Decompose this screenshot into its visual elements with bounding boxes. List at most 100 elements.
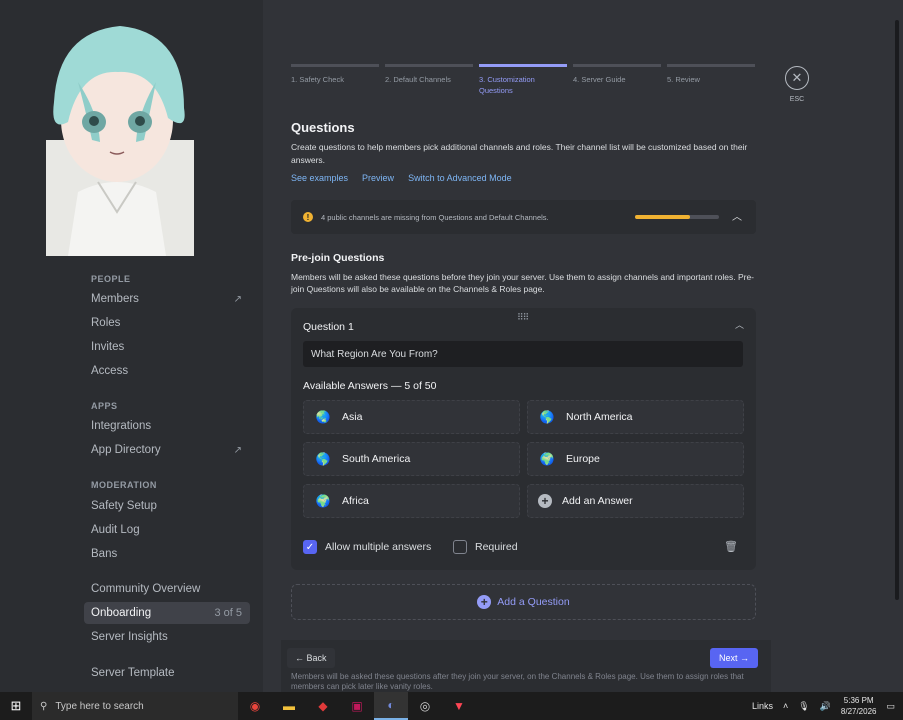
section-apps: APPS xyxy=(91,401,118,411)
app-red-icon[interactable]: ◆ xyxy=(306,692,340,720)
page-description: Create questions to help members pick ad… xyxy=(291,142,748,165)
add-answer-button[interactable]: + Add an Answer xyxy=(527,484,744,518)
app-maroon-icon[interactable]: ▣ xyxy=(340,692,374,720)
allow-multiple-label: Allow multiple answers xyxy=(325,541,432,553)
sidebar-item-server-template[interactable]: Server Template xyxy=(84,662,250,684)
answer-label: Africa xyxy=(342,495,369,507)
sidebar-item-bans[interactable]: Bans xyxy=(84,543,250,565)
answer-north-america[interactable]: 🌎 North America xyxy=(527,400,744,434)
sidebar-item-label: Community Overview xyxy=(91,583,201,595)
volume-icon[interactable]: 🔊 xyxy=(820,701,831,712)
chrome-icon[interactable]: ◉ xyxy=(238,692,272,720)
answer-europe[interactable]: 🌍 Europe xyxy=(527,442,744,476)
tray-links[interactable]: Links xyxy=(752,701,773,711)
sidebar-item-roles[interactable]: Roles xyxy=(84,312,250,334)
step-customization-questions[interactable]: 3. Customization Questions xyxy=(479,64,567,96)
windows-start-icon[interactable]: ⊞ xyxy=(0,692,32,720)
missing-channels-warning[interactable]: ! 4 public channels are missing from Que… xyxy=(291,200,756,234)
scrollbar[interactable] xyxy=(895,20,899,600)
chevron-up-icon[interactable]: ˄ xyxy=(783,701,788,711)
required-checkbox[interactable] xyxy=(453,540,467,554)
allow-multiple-option[interactable]: ✓ Allow multiple answers xyxy=(303,540,431,554)
sidebar-item-label: Members xyxy=(91,293,139,305)
sidebar-item-label: Onboarding xyxy=(91,607,152,619)
clock-time: 5:36 PM xyxy=(843,696,874,705)
sidebar-item-label: App Directory xyxy=(91,444,161,456)
globe-americas-icon: 🌎 xyxy=(539,410,555,424)
sidebar-item-label: Audit Log xyxy=(91,524,140,536)
back-button[interactable]: ← Back xyxy=(287,648,335,668)
sidebar-item-safety-setup[interactable]: Safety Setup xyxy=(84,495,250,517)
external-link-icon: ↗ xyxy=(233,444,242,456)
trash-icon[interactable]: 🗑 xyxy=(724,540,738,553)
required-label: Required xyxy=(475,541,518,553)
app-valorant-icon[interactable]: ▼ xyxy=(442,692,476,720)
discord-icon[interactable]: ◐ xyxy=(374,692,408,720)
question-label: Question 1 xyxy=(303,321,354,333)
onboarding-main: 1. Safety Check 2. Default Channels 3. C… xyxy=(263,0,903,692)
app-obs-icon[interactable]: ◎ xyxy=(408,692,442,720)
advanced-mode-link[interactable]: Switch to Advanced Mode xyxy=(408,173,512,183)
sidebar-item-members[interactable]: Members ↗ xyxy=(84,288,250,310)
answer-label: South America xyxy=(342,453,411,465)
avatar xyxy=(38,22,196,256)
add-question-button[interactable]: + Add a Question xyxy=(291,584,756,620)
globe-africa-icon: 🌍 xyxy=(315,494,331,508)
required-option[interactable]: Required xyxy=(453,540,518,554)
add-question-label: Add a Question xyxy=(497,596,570,608)
preview-link[interactable]: Preview xyxy=(362,173,394,183)
notifications-icon[interactable]: ▭ xyxy=(886,701,895,712)
close-icon[interactable]: ✕ xyxy=(785,66,809,90)
step-safety-check[interactable]: 1. Safety Check xyxy=(291,64,379,85)
onboarding-progress-count: 3 of 5 xyxy=(214,607,242,619)
question-card: ⠿⠿ Question 1 ︿ Available Answers — 5 of… xyxy=(291,308,756,570)
warning-progress-fill xyxy=(635,215,690,219)
step-review[interactable]: 5. Review xyxy=(667,64,755,85)
answer-asia[interactable]: 🌏 Asia xyxy=(303,400,520,434)
prejoin-title: Pre-join Questions xyxy=(291,252,385,264)
sidebar-item-audit-log[interactable]: Audit Log xyxy=(84,519,250,541)
clock[interactable]: 5:36 PM 8/27/2026 xyxy=(841,695,877,717)
file-explorer-icon[interactable]: ▬ xyxy=(272,692,306,720)
clock-date: 8/27/2026 xyxy=(840,707,877,716)
taskbar-search-placeholder: Type here to search xyxy=(55,700,144,712)
taskbar: ⊞ ⚲ Type here to search ◉ ▬ ◆ ▣ ◐ ◎ ▼ Li… xyxy=(0,692,903,720)
step-server-guide[interactable]: 4. Server Guide xyxy=(573,64,661,85)
question-input[interactable] xyxy=(303,341,743,367)
next-button[interactable]: Next → xyxy=(710,648,759,668)
answer-africa[interactable]: 🌍 Africa xyxy=(303,484,520,518)
sidebar-item-community-overview[interactable]: Community Overview xyxy=(84,578,250,600)
add-answer-label: Add an Answer xyxy=(562,495,633,507)
sidebar-item-access[interactable]: Access xyxy=(84,360,250,382)
microphone-icon[interactable]: 🎙 xyxy=(798,701,809,712)
chevron-up-icon[interactable]: ︿ xyxy=(735,318,744,331)
sidebar-item-label: Bans xyxy=(91,548,118,560)
globe-europe-icon: 🌍 xyxy=(539,452,555,466)
warning-text: 4 public channels are missing from Quest… xyxy=(321,212,549,222)
answer-south-america[interactable]: 🌎 South America xyxy=(303,442,520,476)
taskbar-search[interactable]: ⚲ Type here to search xyxy=(32,692,238,720)
search-icon: ⚲ xyxy=(40,700,48,712)
allow-multiple-checkbox[interactable]: ✓ xyxy=(303,540,317,554)
chevron-up-icon[interactable]: ︿ xyxy=(732,208,742,223)
section-people: PEOPLE xyxy=(91,274,131,284)
external-link-icon: ↗ xyxy=(233,293,242,305)
step-default-channels[interactable]: 2. Default Channels xyxy=(385,64,473,85)
prejoin-description: Members will be asked these questions be… xyxy=(291,272,755,294)
drag-handle-icon[interactable]: ⠿⠿ xyxy=(517,312,529,323)
sidebar-item-server-insights[interactable]: Server Insights xyxy=(84,626,250,648)
sidebar-item-onboarding[interactable]: Onboarding 3 of 5 xyxy=(84,602,250,624)
sidebar-item-label: Integrations xyxy=(91,420,152,432)
esc-label: ESC xyxy=(789,96,805,103)
sidebar-item-app-directory[interactable]: App Directory ↗ xyxy=(84,439,250,461)
answer-label: Asia xyxy=(342,411,363,423)
onboarding-stepper: 1. Safety Check 2. Default Channels 3. C… xyxy=(291,64,761,96)
sidebar-item-invites[interactable]: Invites xyxy=(84,336,250,358)
plus-circle-icon: + xyxy=(477,595,492,609)
sidebar-item-integrations[interactable]: Integrations xyxy=(84,415,250,437)
see-examples-link[interactable]: See examples xyxy=(291,173,348,183)
system-tray: Links ˄ 🎙 🔊 5:36 PM 8/27/2026 ▭ xyxy=(752,692,903,720)
globe-asia-icon: 🌏 xyxy=(315,410,331,424)
sidebar-item-label: Server Insights xyxy=(91,631,168,643)
settings-sidebar: PEOPLE Members ↗ Roles Invites Access AP… xyxy=(0,0,263,692)
